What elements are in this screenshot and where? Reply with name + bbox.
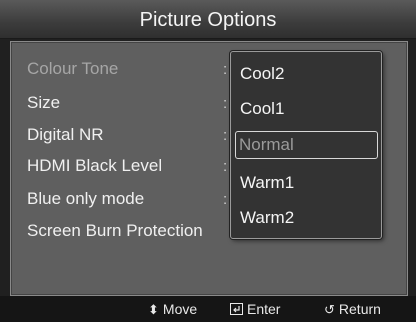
menu-item-hdmi-black-level[interactable]: HDMI Black Level (27, 156, 162, 176)
dropdown-option-warm2[interactable]: Warm2 (237, 205, 374, 231)
dropdown-option-warm1[interactable]: Warm1 (237, 170, 374, 196)
hint-move: ⬍ Move (148, 301, 197, 318)
hint-return: ↺ Return (324, 301, 381, 318)
colon-separator: : (223, 158, 228, 175)
hint-enter: Enter (230, 301, 280, 317)
hint-return-label: Return (338, 301, 381, 317)
osd-footer: ⬍ Move Enter ↺ Return (0, 296, 416, 322)
dropdown-option-cool1[interactable]: Cool1 (237, 96, 374, 122)
colon-separator: : (223, 191, 228, 208)
menu-item-screen-burn-protection[interactable]: Screen Burn Protection (27, 221, 203, 241)
colon-separator: : (223, 127, 228, 144)
menu-item-blue-only-mode[interactable]: Blue only mode (27, 189, 144, 209)
menu-item-digital-nr[interactable]: Digital NR (27, 125, 104, 145)
colour-tone-dropdown[interactable]: Cool2 Cool1 Normal Warm1 Warm2 (230, 51, 382, 239)
dropdown-option-normal-selected[interactable]: Normal (235, 131, 378, 159)
updown-arrow-icon: ⬍ (148, 302, 159, 317)
hint-move-label: Move (162, 301, 198, 317)
colon-separator: : (223, 95, 228, 112)
menu-item-size[interactable]: Size (27, 93, 60, 113)
menu-item-colour-tone[interactable]: Colour Tone (27, 59, 118, 79)
hint-enter-label: Enter (247, 301, 281, 317)
options-panel: Colour Tone : Size : Digital NR : HDMI B… (10, 41, 408, 296)
picture-options-osd: Picture Options Colour Tone : Size : Dig… (0, 0, 416, 322)
osd-title: Picture Options (0, 0, 416, 39)
enter-icon (230, 302, 243, 317)
return-icon: ↺ (324, 302, 335, 317)
colon-separator: : (223, 61, 228, 78)
dropdown-option-cool2[interactable]: Cool2 (237, 61, 374, 87)
